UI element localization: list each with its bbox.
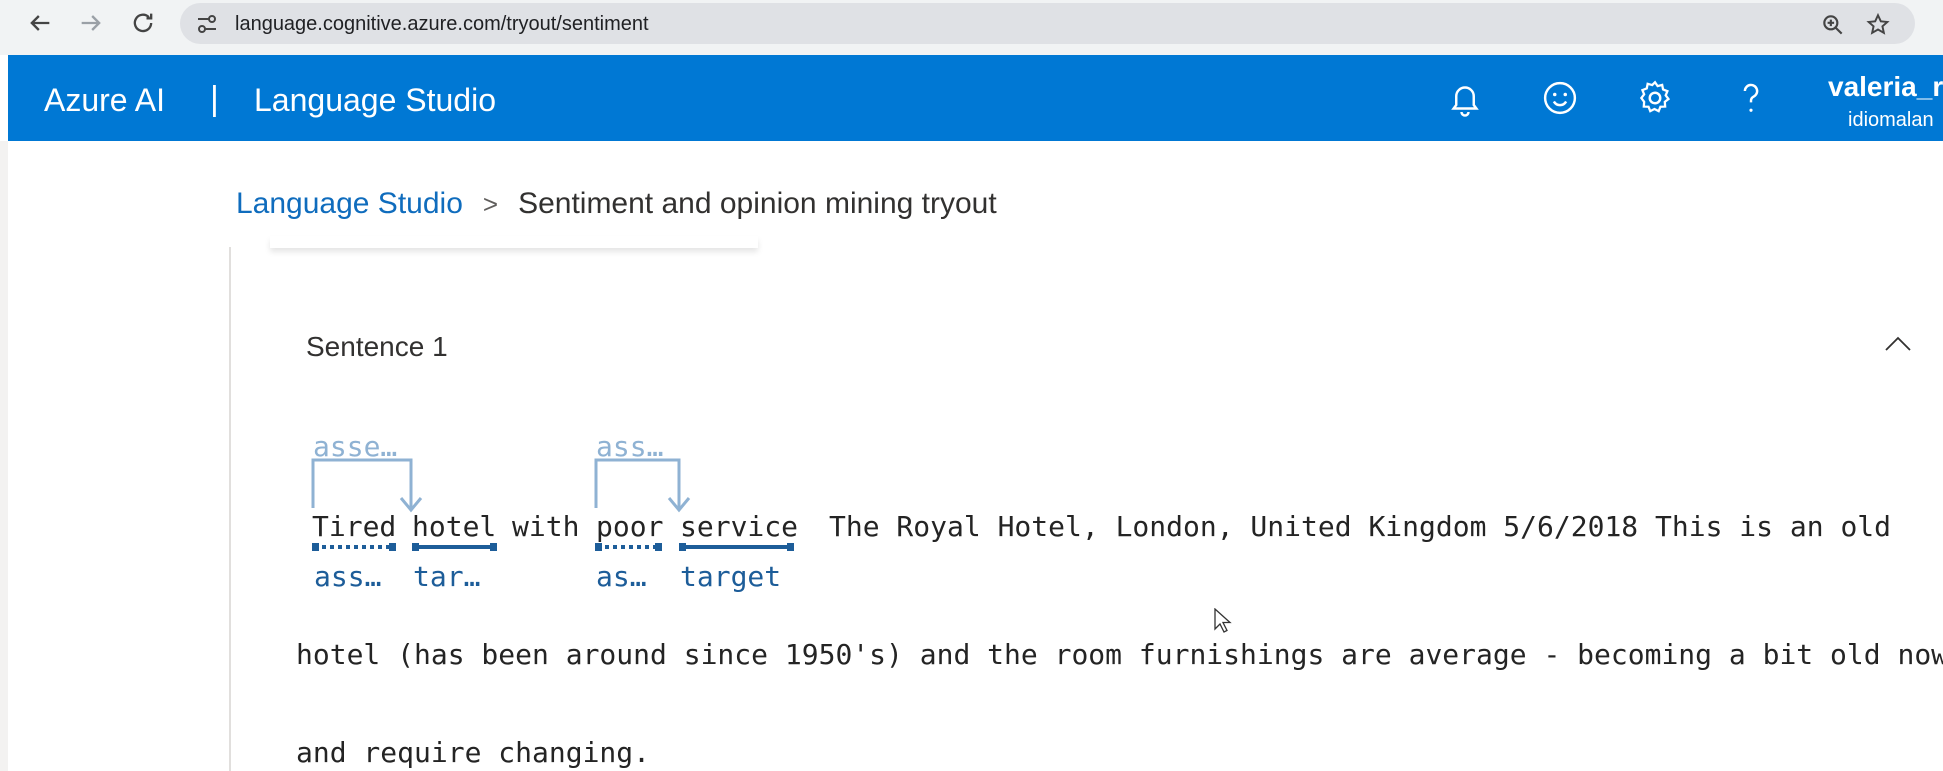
bookmark-star-icon[interactable] bbox=[1865, 12, 1891, 38]
address-bar[interactable]: language.cognitive.azure.com/tryout/sent… bbox=[180, 3, 1915, 44]
relation-arc-poor-service bbox=[594, 458, 681, 508]
smiley-icon[interactable] bbox=[1539, 77, 1581, 119]
user-org[interactable]: idiomalan bbox=[1848, 109, 1934, 132]
brand-name[interactable]: Azure AI bbox=[44, 82, 165, 119]
underline-cap bbox=[312, 543, 319, 551]
underline-cap bbox=[655, 543, 662, 551]
underline-cap bbox=[490, 543, 497, 551]
site-settings-icon[interactable] bbox=[196, 13, 218, 35]
user-name[interactable]: valeria_r bbox=[1828, 71, 1943, 103]
forward-arrow-icon[interactable] bbox=[77, 9, 105, 37]
token-tired[interactable]: Tired bbox=[312, 510, 396, 543]
bell-icon[interactable] bbox=[1444, 77, 1486, 119]
assessment-label[interactable]: ass… bbox=[314, 560, 381, 593]
sentence-title: Sentence 1 bbox=[306, 331, 448, 362]
chevron-right-icon: > bbox=[482, 189, 499, 219]
assessment-label[interactable]: as… bbox=[596, 560, 647, 593]
token-poor[interactable]: poor bbox=[596, 510, 663, 543]
brand-separator: | bbox=[210, 80, 219, 118]
sentence-rest-line1: The Royal Hotel, London, United Kingdom … bbox=[829, 510, 1892, 543]
sentence-line-3: and require changing. bbox=[296, 736, 651, 769]
opinion-label-top[interactable]: asse… bbox=[313, 430, 397, 463]
breadcrumb: Language Studio > Sentiment and opinion mi… bbox=[236, 187, 997, 221]
url-text[interactable]: language.cognitive.azure.com/tryout/sent… bbox=[235, 13, 649, 36]
arrow-head-hotel bbox=[399, 497, 423, 513]
underline-cap bbox=[412, 543, 419, 551]
tab-strip-shadow bbox=[270, 236, 758, 248]
underline-cap bbox=[389, 543, 396, 551]
arrow-head-service bbox=[667, 497, 691, 513]
zoom-icon[interactable] bbox=[1820, 12, 1846, 38]
token-hotel[interactable]: hotel bbox=[412, 510, 496, 543]
app-header: Azure AI | Language Studio valeria_r idi… bbox=[8, 55, 1943, 141]
panel-divider bbox=[229, 247, 231, 771]
relation-arc-tired-hotel bbox=[311, 458, 413, 508]
product-name[interactable]: Language Studio bbox=[254, 82, 496, 119]
sentence-line-2: hotel (has been around since 1950's) and… bbox=[296, 638, 1943, 671]
gear-icon[interactable] bbox=[1634, 77, 1676, 119]
left-nav-strip bbox=[0, 141, 8, 771]
reload-icon[interactable] bbox=[129, 9, 157, 37]
chevron-up-icon[interactable] bbox=[1882, 328, 1914, 360]
underline-cap bbox=[595, 543, 602, 551]
opinion-label-top[interactable]: ass… bbox=[596, 430, 663, 463]
token-service[interactable]: service bbox=[680, 510, 798, 543]
underline-cap bbox=[787, 543, 794, 551]
underline-cap bbox=[679, 543, 686, 551]
mouse-cursor-icon bbox=[1214, 607, 1232, 634]
breadcrumb-current: Sentiment and opinion mining tryout bbox=[518, 187, 997, 220]
target-label[interactable]: tar… bbox=[413, 560, 480, 593]
target-label[interactable]: target bbox=[680, 560, 781, 593]
token-with: with bbox=[512, 510, 580, 543]
question-icon[interactable] bbox=[1730, 77, 1772, 119]
browser-toolbar: language.cognitive.azure.com/tryout/sent… bbox=[0, 0, 1943, 55]
back-arrow-icon[interactable] bbox=[26, 9, 54, 37]
breadcrumb-link-language-studio[interactable]: Language Studio bbox=[236, 187, 463, 220]
